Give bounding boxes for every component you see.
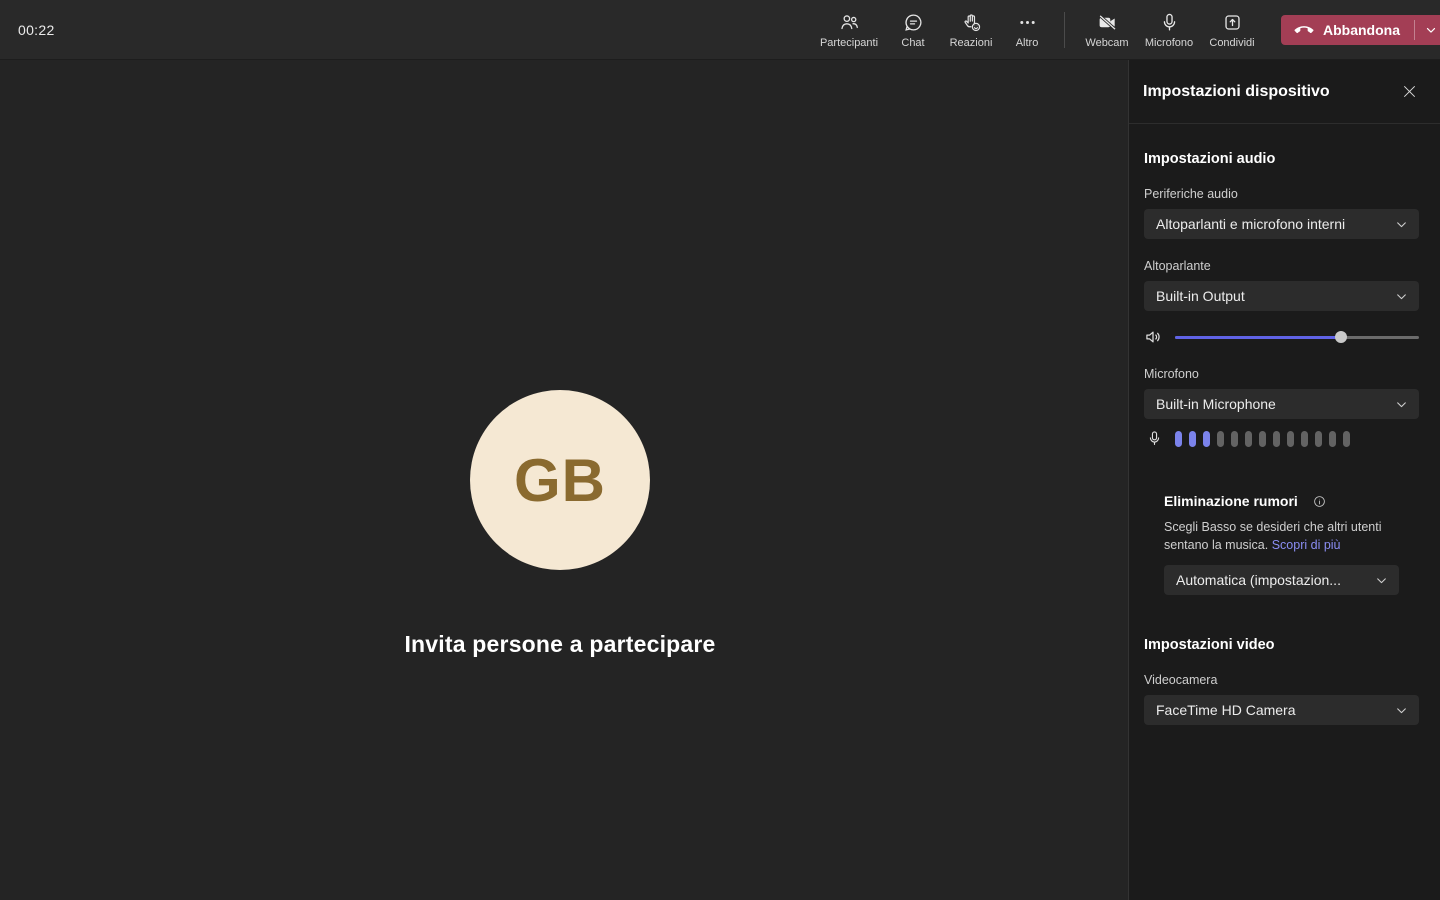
webcam-label: Webcam: [1085, 36, 1129, 49]
chat-icon: [903, 12, 924, 33]
volume-slider-thumb[interactable]: [1334, 331, 1347, 343]
info-icon[interactable]: [1313, 495, 1326, 508]
leave-label: Abbandona: [1323, 22, 1400, 38]
share-label: Condividi: [1209, 36, 1255, 49]
microphone-toggle-button[interactable]: Microfono: [1139, 0, 1199, 60]
reactions-label: Reazioni: [949, 36, 993, 49]
panel-title: Impostazioni dispositivo: [1143, 82, 1330, 100]
mic-level-bar: [1259, 430, 1266, 447]
mic-value: Built-in Microphone: [1156, 396, 1276, 412]
mic-level-bar: [1189, 430, 1196, 447]
learn-more-link[interactable]: Scopri di più: [1272, 538, 1341, 552]
chevron-down-icon: [1375, 574, 1388, 587]
camera-label: Videocamera: [1144, 673, 1218, 687]
device-settings-panel: Impostazioni dispositivo Impostazioni au…: [1128, 60, 1440, 900]
mic-level-bar: [1217, 430, 1224, 447]
chevron-down-icon: [1395, 398, 1408, 411]
mic-level-meter: [1175, 430, 1350, 447]
audio-devices-label: Periferiche audio: [1144, 187, 1238, 201]
speaker-select[interactable]: Built-in Output: [1144, 281, 1419, 311]
audio-devices-value: Altoparlanti e microfono interni: [1156, 216, 1346, 232]
invite-text: Invita persone a partecipare: [404, 631, 716, 657]
mic-level-bar: [1175, 430, 1182, 447]
meeting-timer: 00:22: [18, 22, 55, 38]
volume-slider[interactable]: [1175, 331, 1419, 343]
mic-level-bar: [1245, 430, 1252, 447]
meeting-topbar: 00:22 Partecipanti Chat Reazioni Altro W…: [0, 0, 1440, 60]
mic-level-row: [1144, 430, 1419, 447]
chevron-down-icon: [1424, 23, 1438, 37]
hangup-icon: [1294, 20, 1314, 40]
meeting-stage: GB Invita persone a partecipare: [0, 60, 1128, 900]
chevron-down-icon: [1395, 218, 1408, 231]
noise-suppression-title: Eliminazione rumori: [1164, 493, 1298, 509]
leave-main-segment[interactable]: Abbandona: [1281, 15, 1414, 45]
mic-level-bar: [1315, 430, 1322, 447]
noise-suppression-value: Automatica (impostazion...: [1176, 572, 1341, 588]
noise-suppression-description: Scegli Basso se desideri che altri utent…: [1164, 518, 1396, 554]
leave-button[interactable]: Abbandona: [1281, 15, 1440, 45]
mic-level-bar: [1343, 430, 1350, 447]
speaker-icon: [1144, 327, 1164, 347]
mic-level-bar: [1301, 430, 1308, 447]
mic-icon: [1159, 12, 1180, 33]
ellipsis-icon: [1017, 12, 1038, 33]
mic-level-bar: [1287, 430, 1294, 447]
chat-button[interactable]: Chat: [886, 0, 940, 60]
participants-button[interactable]: Partecipanti: [812, 0, 886, 60]
mic-select[interactable]: Built-in Microphone: [1144, 389, 1419, 419]
camera-value: FaceTime HD Camera: [1156, 702, 1296, 718]
microphone-label: Microfono: [1144, 36, 1194, 49]
leave-options-button[interactable]: [1415, 15, 1440, 45]
webcam-toggle-button[interactable]: Webcam: [1075, 0, 1139, 60]
noise-suppression-select[interactable]: Automatica (impostazion...: [1164, 565, 1399, 595]
speaker-value: Built-in Output: [1156, 288, 1245, 304]
audio-devices-select[interactable]: Altoparlanti e microfono interni: [1144, 209, 1419, 239]
volume-slider-row: [1144, 327, 1419, 347]
mic-level-bar: [1273, 430, 1280, 447]
audio-section-title: Impostazioni audio: [1144, 151, 1276, 167]
topbar-controls: Partecipanti Chat Reazioni Altro Webcam …: [812, 0, 1440, 60]
reactions-button[interactable]: Reazioni: [940, 0, 1002, 60]
chevron-down-icon: [1395, 704, 1408, 717]
mic-label: Microfono: [1144, 367, 1199, 381]
avatar-initials: GB: [514, 446, 606, 514]
mic-level-bar: [1231, 430, 1238, 447]
speaker-label: Altoparlante: [1144, 259, 1211, 273]
avatar: GB: [470, 390, 650, 570]
participants-label: Partecipanti: [819, 36, 879, 49]
noise-suppression-block: Eliminazione rumori Scegli Basso se desi…: [1144, 493, 1419, 595]
chat-label: Chat: [901, 36, 925, 49]
panel-body: Impostazioni audio Periferiche audio Alt…: [1129, 151, 1440, 725]
volume-slider-fill: [1175, 336, 1341, 339]
mic-level-bar: [1329, 430, 1336, 447]
panel-header: Impostazioni dispositivo: [1129, 60, 1440, 124]
share-button[interactable]: Condividi: [1199, 0, 1265, 60]
video-section-title: Impostazioni video: [1144, 637, 1275, 653]
camera-select[interactable]: FaceTime HD Camera: [1144, 695, 1419, 725]
more-button[interactable]: Altro: [1002, 0, 1052, 60]
close-icon: [1401, 83, 1418, 100]
camera-off-icon: [1097, 12, 1118, 33]
chevron-down-icon: [1395, 290, 1408, 303]
people-icon: [839, 12, 860, 33]
noise-suppression-header: Eliminazione rumori: [1164, 493, 1419, 509]
reaction-hand-icon: [961, 12, 982, 33]
mic-icon: [1146, 430, 1163, 447]
topbar-divider: [1064, 12, 1065, 48]
close-panel-button[interactable]: [1399, 82, 1419, 102]
more-label: Altro: [1015, 36, 1039, 49]
share-screen-icon: [1222, 12, 1243, 33]
mic-level-bar: [1203, 430, 1210, 447]
